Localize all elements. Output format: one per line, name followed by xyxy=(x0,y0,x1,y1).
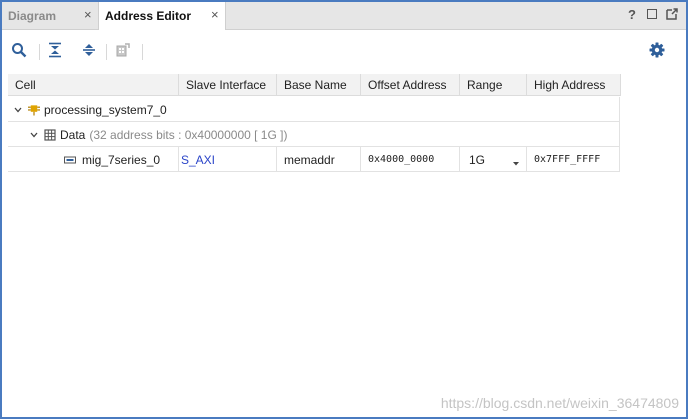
address-space-icon xyxy=(44,128,56,141)
gear-icon[interactable] xyxy=(648,41,666,59)
column-header-range[interactable]: Range xyxy=(460,74,527,96)
chevron-down-icon[interactable] xyxy=(12,104,24,116)
column-header-offset-address[interactable]: Offset Address xyxy=(361,74,460,96)
range-value: 1G xyxy=(469,152,486,167)
tree-node-processing-system[interactable]: processing_system7_0 xyxy=(8,97,620,122)
toolbar-separator xyxy=(106,44,107,60)
table-row[interactable]: mig_7series_0 S_AXI memaddr 0x4000_0000 … xyxy=(8,147,620,172)
close-icon[interactable]: × xyxy=(211,8,219,22)
dropdown-arrow-icon[interactable] xyxy=(512,156,520,170)
range-select[interactable]: 1G xyxy=(460,147,527,172)
column-header-slave-interface[interactable]: Slave Interface xyxy=(179,74,277,96)
auto-assign-icon[interactable] xyxy=(114,41,132,59)
float-window-icon[interactable] xyxy=(666,7,678,21)
close-icon[interactable]: × xyxy=(84,8,92,22)
tab-address-editor-label: Address Editor xyxy=(105,9,192,23)
toolbar xyxy=(2,30,686,70)
column-header-base-name[interactable]: Base Name xyxy=(277,74,361,96)
toolbar-separator xyxy=(142,44,143,60)
tree-node-mig[interactable]: mig_7series_0 xyxy=(8,147,179,172)
tab-diagram[interactable]: Diagram × xyxy=(2,2,98,29)
help-icon[interactable]: ? xyxy=(626,7,638,22)
address-editor-window: Diagram × Address Editor × ? Cell Slave … xyxy=(0,0,688,419)
maximize-icon[interactable] xyxy=(646,7,658,21)
chevron-down-icon[interactable] xyxy=(28,129,40,141)
window-controls: ? xyxy=(626,7,678,22)
table-row[interactable]: processing_system7_0 xyxy=(8,97,620,122)
offset-address-input[interactable]: 0x4000_0000 xyxy=(361,147,460,172)
base-name-value: memaddr xyxy=(277,147,361,172)
tree-node-data[interactable]: Data (32 address bits : 0x40000000 [ 1G … xyxy=(8,122,620,147)
tab-address-editor[interactable]: Address Editor × xyxy=(98,2,226,30)
address-space-note: (32 address bits : 0x40000000 [ 1G ]) xyxy=(89,127,288,142)
column-header-cell[interactable]: Cell xyxy=(8,74,179,96)
expand-all-icon[interactable] xyxy=(80,41,98,59)
slave-interface-link[interactable]: S_AXI xyxy=(179,147,277,172)
toolbar-separator xyxy=(39,44,40,60)
column-header-high-address[interactable]: High Address xyxy=(527,74,621,96)
table-row[interactable]: Data (32 address bits : 0x40000000 [ 1G … xyxy=(8,122,620,147)
cell-name: Data xyxy=(60,127,86,142)
cell-name: processing_system7_0 xyxy=(44,102,167,117)
tab-diagram-label: Diagram xyxy=(8,8,57,23)
memory-segment-icon xyxy=(64,154,76,166)
cell-name: mig_7series_0 xyxy=(82,152,161,167)
tab-bar: Diagram × Address Editor × ? xyxy=(2,2,686,30)
collapse-all-icon[interactable] xyxy=(46,41,64,59)
watermark: https://blog.csdn.net/weixin_36474809 xyxy=(440,395,679,411)
search-icon[interactable] xyxy=(10,41,28,59)
high-address-value: 0x7FFF_FFFF xyxy=(527,147,620,172)
ip-block-icon xyxy=(28,104,40,116)
